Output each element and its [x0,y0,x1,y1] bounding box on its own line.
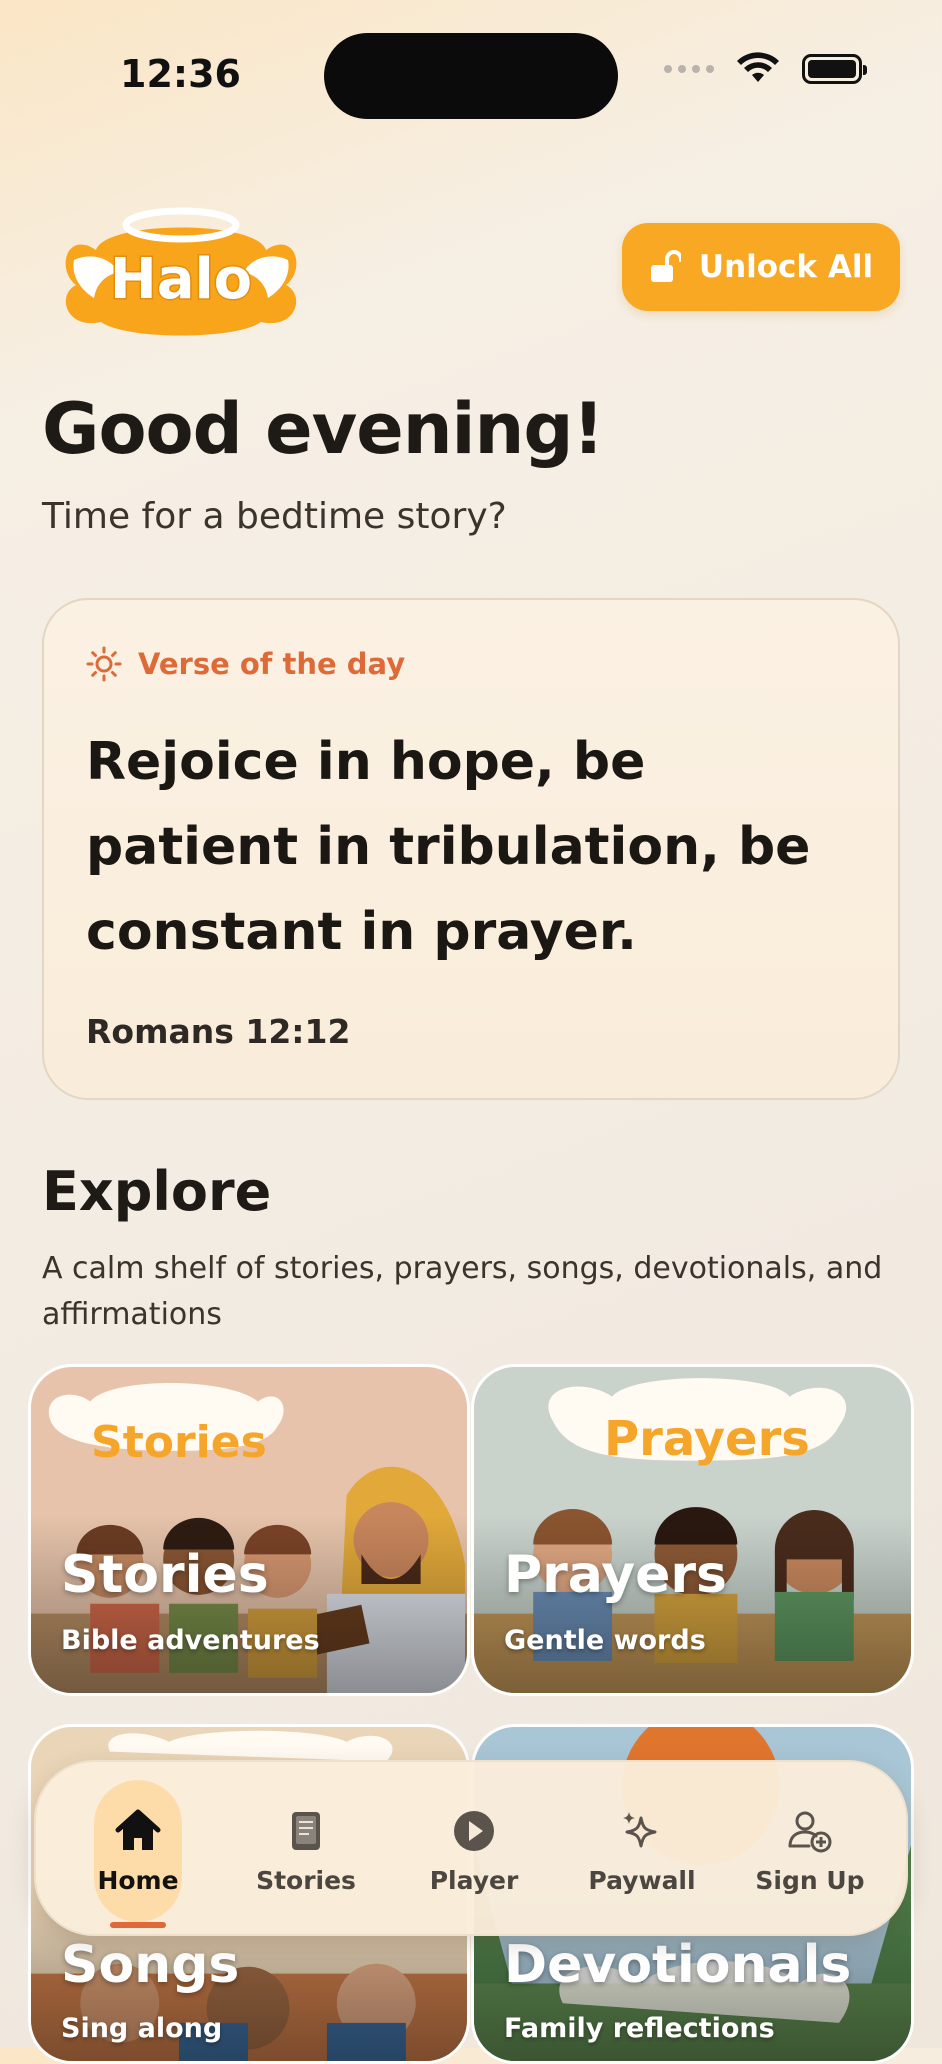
halo-logo: Halo [65,207,297,336]
nav-label-paywall: Paywall [588,1865,696,1895]
bottom-nav: Home Stories Player Paywall Sign Up [34,1760,908,1936]
book-icon [292,1811,320,1850]
sparkle-icon [623,1811,657,1847]
dynamic-island [324,33,618,119]
prayers-badge: Prayers [604,1411,810,1467]
greeting-subtitle: Time for a bedtime story? [42,496,507,537]
wifi-icon [737,52,779,82]
verse-reference: Romans 12:12 [86,1012,351,1051]
home-icon [115,1809,161,1850]
verse-of-the-day-card[interactable]: Verse of the day Rejoice in hope, be pat… [42,598,900,1100]
nav-label-player: Player [429,1865,519,1895]
devotionals-card-subtitle: Family reflections [504,2013,775,2044]
nav-item-paywall[interactable]: Paywall [572,1762,712,1938]
verse-text: Rejoice in hope, be patient in tribulati… [86,732,811,962]
nav-label-sign-up: Sign Up [755,1865,865,1895]
nav-item-sign-up[interactable]: Sign Up [740,1762,880,1938]
stories-card-title: Stories [61,1545,269,1605]
stories-card-subtitle: Bible adventures [61,1625,320,1656]
unlock-all-label: Unlock All [698,249,874,285]
greeting-title: Good evening! [42,388,604,470]
signal-dots-icon [664,65,714,73]
add-user-icon [788,1811,832,1852]
status-icons [664,52,867,86]
nav-item-home[interactable]: Home [68,1762,208,1938]
verse-label: Verse of the day [138,647,406,681]
sun-icon [86,646,122,682]
logo-text: Halo [110,247,252,312]
prayers-card-title: Prayers [504,1545,728,1605]
play-icon [454,1810,494,1851]
explore-title: Explore [42,1160,272,1223]
stories-card[interactable]: Stories Stories Bible adventures [28,1364,470,1696]
explore-subtitle: A calm shelf of stories, prayers, songs,… [42,1251,883,1332]
battery-icon [802,54,867,84]
devotionals-card-title: Devotionals [504,1935,852,1995]
unlock-icon [650,250,681,282]
songs-card-title: Songs [61,1935,240,1995]
nav-label-home: Home [97,1865,179,1895]
stories-badge: Stories [91,1417,267,1468]
verse-header: Verse of the day [86,646,405,682]
songs-card-subtitle: Sing along [61,2013,223,2044]
status-time: 12:36 [120,52,241,96]
nav-item-player[interactable]: Player [404,1762,544,1938]
nav-label-stories: Stories [256,1865,356,1895]
prayers-card-subtitle: Gentle words [504,1625,706,1656]
nav-item-stories[interactable]: Stories [236,1762,376,1938]
unlock-all-button[interactable]: Unlock All [622,223,900,311]
prayers-card[interactable]: Prayers Prayers Gentle words [471,1364,914,1696]
